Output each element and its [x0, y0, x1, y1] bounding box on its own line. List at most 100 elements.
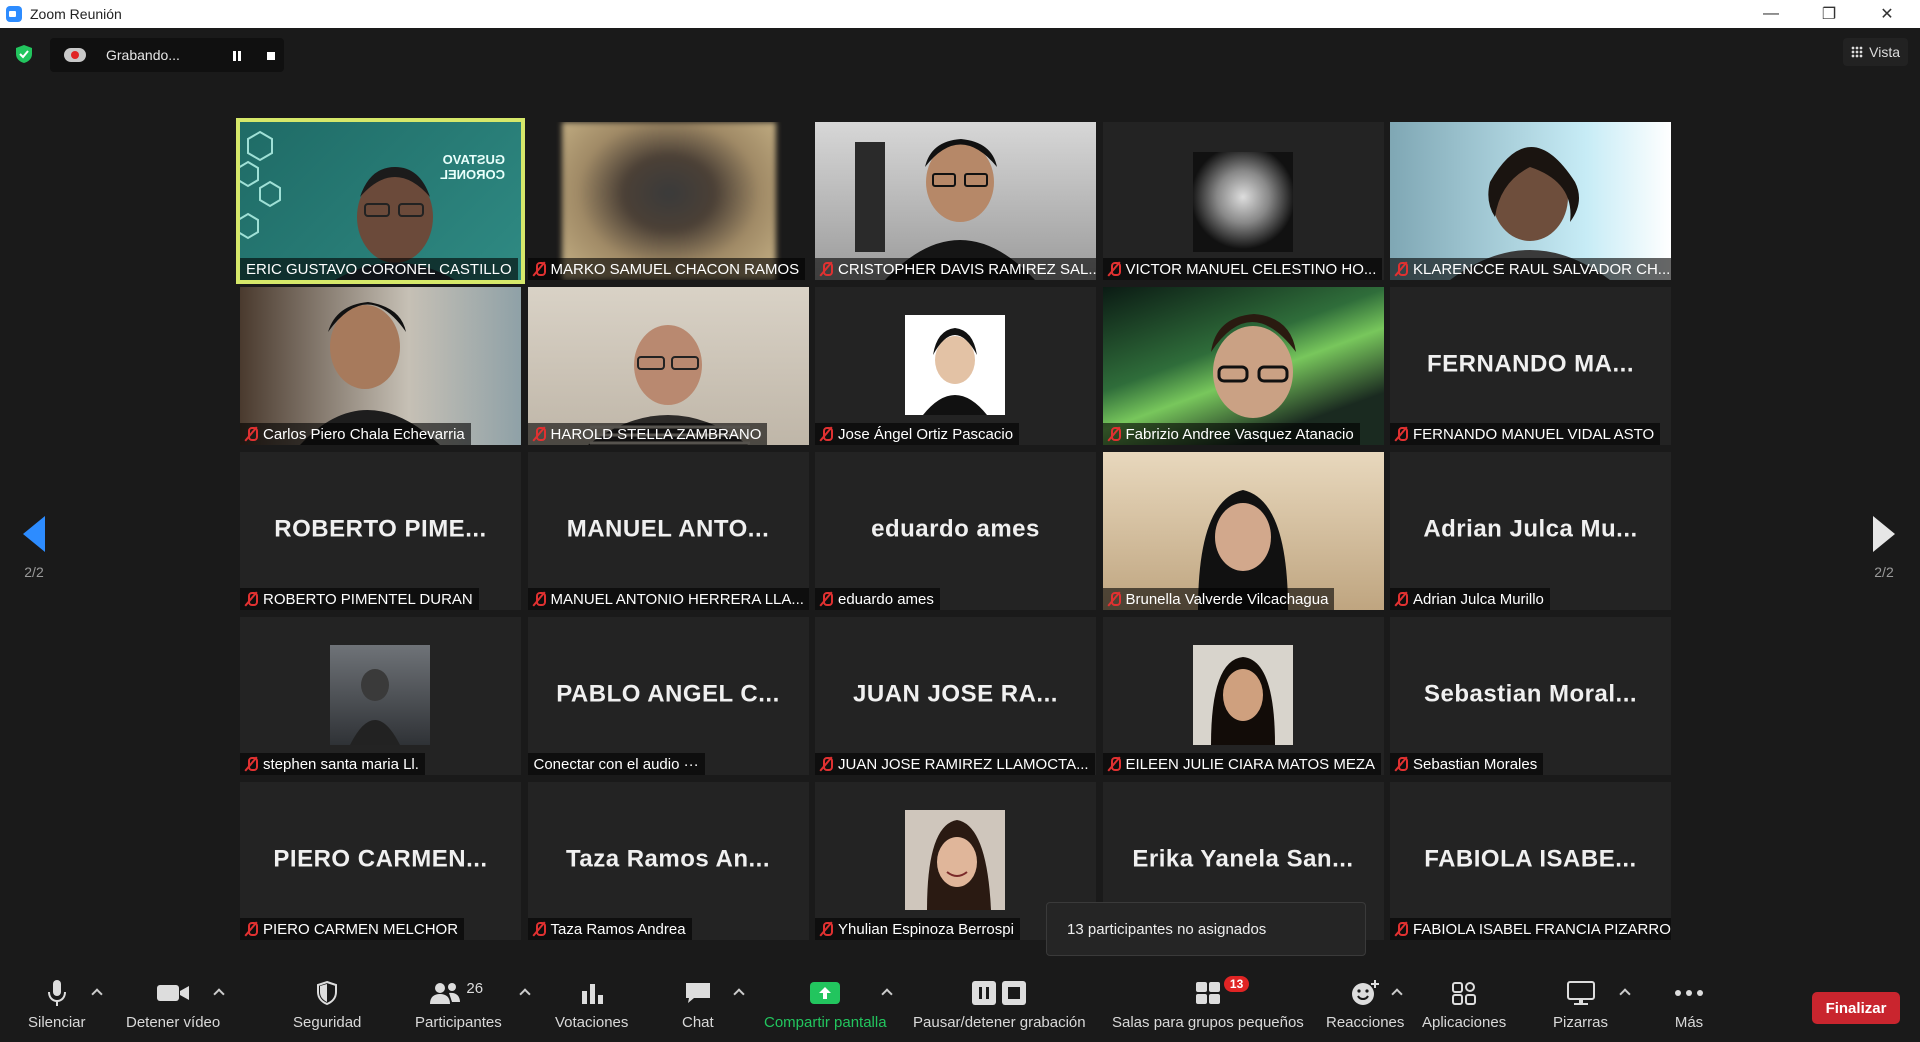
share-options-caret[interactable] — [882, 988, 892, 998]
participant-tile[interactable]: JUAN JOSE RA... JUAN JOSE RAMIREZ LLAMOCT… — [815, 617, 1096, 775]
participant-tile[interactable]: stephen santa maria Ll. — [240, 617, 521, 775]
participant-tile[interactable]: FERNANDO MA... FERNANDO MANUEL VIDAL ASTO — [1390, 287, 1671, 445]
video-feed — [1102, 287, 1384, 445]
participant-name-tag: Taza Ramos Andrea — [527, 918, 692, 940]
participant-tile[interactable]: Fabrizio Andree Vasquez Atanacio — [1102, 287, 1384, 445]
participant-tile[interactable]: ROBERTO PIME... ROBERTO PIMENTEL DURAN — [240, 452, 521, 610]
participant-name: FERNANDO MANUEL VIDAL ASTO — [1413, 425, 1655, 443]
reactions-label: Reacciones — [1326, 1014, 1405, 1031]
share-screen-button[interactable]: Compartir pantalla — [764, 978, 887, 1031]
arrow-right-icon — [1873, 516, 1895, 552]
chat-button[interactable]: Chat — [682, 978, 714, 1031]
participant-name: Fabrizio Andree Vasquez Atanacio — [1125, 425, 1354, 443]
breakout-rooms-label: Salas para grupos pequeños — [1112, 1014, 1304, 1031]
more-button[interactable]: Más — [1674, 978, 1704, 1031]
muted-microphone-icon — [1394, 756, 1408, 772]
participant-tile[interactable]: PABLO ANGEL C... Conectar con el audio ··… — [527, 617, 809, 775]
pause-stop-recording-button[interactable]: Pausar/detener grabación — [913, 978, 1086, 1031]
participant-tile[interactable]: PIERO CARMEN... PIERO CARMEN MELCHOR — [240, 782, 521, 940]
muted-microphone-icon — [244, 426, 258, 442]
muted-microphone-icon — [532, 261, 546, 277]
encryption-shield-icon[interactable] — [14, 44, 34, 64]
participant-name-tag: stephen santa maria Ll. — [240, 753, 425, 775]
grid-view-icon — [1851, 46, 1864, 58]
muted-microphone-icon — [819, 921, 833, 937]
end-meeting-button[interactable]: Finalizar — [1812, 992, 1900, 1024]
participant-tile[interactable]: EILEEN JULIE CIARA MATOS MEZA — [1102, 617, 1384, 775]
chat-label: Chat — [682, 1014, 714, 1031]
whiteboards-button[interactable]: Pizarras — [1553, 978, 1608, 1031]
participant-tile[interactable]: MARKO SAMUEL CHACON RAMOS — [527, 122, 809, 280]
teacher-banner: GUSTAVO CORONEL — [440, 152, 505, 182]
participant-tile[interactable]: Jose Ángel Ortiz Pascacio — [815, 287, 1096, 445]
stop-recording-icon[interactable] — [262, 47, 280, 65]
recording-indicator: Grabando... — [50, 38, 284, 72]
participant-display-name: eduardo ames — [871, 515, 1040, 543]
previous-page-button[interactable]: 2/2 — [14, 500, 54, 580]
reactions-options-caret[interactable] — [1392, 988, 1402, 998]
video-feed — [527, 122, 809, 280]
participant-name: KLARENCCE RAUL SALVADOR CH... — [1413, 260, 1671, 278]
mute-options-caret[interactable] — [92, 988, 102, 998]
participants-button[interactable]: 26 Participantes — [415, 978, 502, 1031]
apps-button[interactable]: Aplicaciones — [1422, 978, 1506, 1031]
breakout-rooms-button[interactable]: 13 Salas para grupos pequeños — [1112, 976, 1304, 1031]
participant-tile[interactable]: HAROLD STELLA ZAMBRANO — [527, 287, 809, 445]
participant-tile[interactable]: CRISTOPHER DAVIS RAMIREZ SAL... — [815, 122, 1096, 280]
participant-tile[interactable]: KLARENCCE RAUL SALVADOR CH... — [1390, 122, 1671, 280]
polls-button[interactable]: Votaciones — [555, 978, 628, 1031]
participant-name-tag: PIERO CARMEN MELCHOR — [240, 918, 465, 940]
mute-button[interactable]: Silenciar — [28, 978, 86, 1031]
participant-tile[interactable]: Taza Ramos An... Taza Ramos Andrea — [527, 782, 809, 940]
view-button[interactable]: Vista — [1843, 38, 1908, 66]
restore-button[interactable]: ❐ — [1806, 0, 1852, 28]
security-button[interactable]: Seguridad — [293, 978, 361, 1031]
zoom-app-icon — [6, 6, 22, 22]
pause-stop-icon — [970, 978, 1028, 1008]
participant-name: FABIOLA ISABEL FRANCIA PIZARRO — [1413, 920, 1671, 938]
minimize-button[interactable]: — — [1748, 0, 1794, 28]
participant-name: MANUEL ANTONIO HERRERA LLA... — [550, 590, 804, 608]
participant-name: EILEEN JULIE CIARA MATOS MEZA — [1125, 755, 1376, 773]
chat-options-caret[interactable] — [734, 988, 744, 998]
participant-tile[interactable]: MANUEL ANTO... MANUEL ANTONIO HERRERA LLA… — [527, 452, 809, 610]
pause-recording-icon[interactable] — [228, 47, 246, 65]
participant-name: CRISTOPHER DAVIS RAMIREZ SAL... — [838, 260, 1096, 278]
close-button[interactable]: ✕ — [1864, 0, 1910, 28]
share-screen-label: Compartir pantalla — [764, 1014, 887, 1031]
participant-tile[interactable]: VICTOR MANUEL CELESTINO HO... — [1102, 122, 1384, 280]
video-feed: GUSTAVO CORONEL — [240, 122, 521, 280]
participant-name-tag: VICTOR MANUEL CELESTINO HO... — [1102, 258, 1383, 280]
participant-tile[interactable]: FABIOLA ISABE... FABIOLA ISABEL FRANCIA P… — [1390, 782, 1671, 940]
participant-display-name: Taza Ramos An... — [565, 845, 771, 873]
shield-icon — [315, 978, 339, 1008]
participants-options-caret[interactable] — [520, 988, 530, 998]
whiteboard-icon — [1566, 978, 1596, 1008]
participant-tile[interactable]: Carlos Piero Chala Echevarria — [240, 287, 521, 445]
stop-video-button[interactable]: Detener vídeo — [126, 978, 220, 1031]
smiley-icon — [1350, 978, 1380, 1008]
participant-tile[interactable]: eduardo ames eduardo ames — [815, 452, 1096, 610]
muted-microphone-icon — [1394, 921, 1408, 937]
participant-display-name: PIERO CARMEN... — [273, 845, 488, 873]
whiteboard-options-caret[interactable] — [1620, 988, 1630, 998]
participant-name-tag: Sebastian Morales — [1390, 753, 1544, 775]
participant-name: HAROLD STELLA ZAMBRANO — [550, 425, 762, 443]
participant-tile[interactable]: Adrian Julca Mu... Adrian Julca Murillo — [1390, 452, 1671, 610]
participant-display-name: ROBERTO PIME... — [274, 515, 487, 543]
security-label: Seguridad — [293, 1014, 362, 1031]
participant-name-tag: HAROLD STELLA ZAMBRANO — [527, 423, 768, 445]
participant-display-name: Sebastian Moral... — [1423, 680, 1638, 708]
participant-name-tag: Jose Ángel Ortiz Pascacio — [815, 423, 1020, 445]
polls-label: Votaciones — [555, 1014, 629, 1031]
next-page-button[interactable]: 2/2 — [1864, 500, 1904, 580]
profile-photo — [240, 617, 521, 775]
participant-tile[interactable]: Brunella Valverde Vilcachagua — [1102, 452, 1384, 610]
reactions-button[interactable]: Reacciones — [1326, 978, 1404, 1031]
participant-tile[interactable]: Sebastian Moral... Sebastian Morales — [1390, 617, 1671, 775]
participant-display-name: PABLO ANGEL C... — [556, 680, 780, 708]
video-options-caret[interactable] — [214, 988, 224, 998]
muted-microphone-icon — [1107, 261, 1121, 277]
muted-microphone-icon — [1107, 591, 1121, 607]
participant-tile[interactable]: GUSTAVO CORONEL ERIC GUSTAVO CORONEL CASTI… — [236, 118, 525, 284]
